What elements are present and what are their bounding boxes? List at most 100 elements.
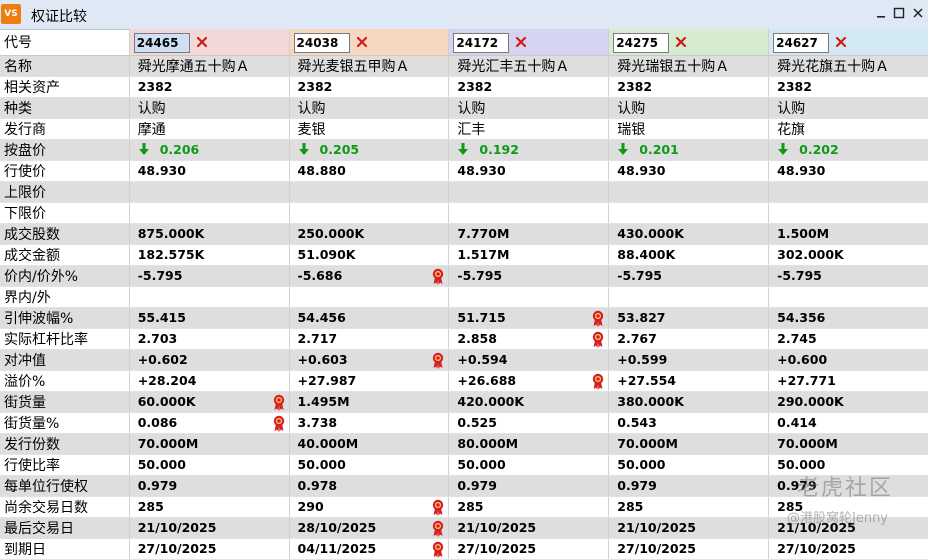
title-bar: VS 权证比较	[0, 0, 928, 30]
table-cell: 0.414	[768, 412, 928, 434]
table-cell: 430.000K	[608, 223, 770, 245]
warrant-code-input[interactable]: 24627	[773, 33, 830, 53]
remove-icon[interactable]	[675, 36, 687, 48]
cell-value: 40.000M	[297, 436, 359, 451]
cell-value: 3.738	[297, 415, 338, 430]
table-cell: 2.703	[129, 328, 290, 350]
cell-value: 285	[617, 499, 644, 514]
warrant-code-input[interactable]: 24038	[293, 33, 350, 53]
row-label: 发行商	[0, 118, 130, 140]
table-row: 上限价	[0, 181, 928, 203]
table-cell: -5.795	[129, 265, 290, 287]
table-cell: 2382	[768, 76, 928, 98]
cell-value: 50.000	[617, 457, 666, 472]
table-cell: 舜光摩通五十购Ａ	[129, 55, 290, 77]
table-row: 种类 认购 认购 认购 认购 认购	[0, 97, 928, 119]
cell-value: 认购	[137, 101, 166, 117]
warrant-header-cell: 24627	[768, 29, 928, 56]
table-cell: 54.456	[289, 307, 450, 329]
cell-value: 2382	[457, 79, 493, 94]
row-label: 最后交易日	[0, 517, 130, 539]
cell-value: 290.000K	[777, 394, 844, 409]
best-value-medal-icon	[593, 373, 604, 390]
table-cell: -5.686	[289, 265, 450, 287]
cell-value: 认购	[297, 101, 326, 117]
table-cell: 380.000K	[608, 391, 770, 413]
row-label: 发行份数	[0, 433, 130, 455]
best-value-medal-icon	[593, 331, 604, 348]
table-cell: 舜光瑞银五十购Ａ	[608, 55, 770, 77]
cell-value: 2.717	[297, 331, 338, 346]
table-cell: 875.000K	[129, 223, 290, 245]
table-cell: 2.745	[768, 328, 928, 350]
minimize-icon[interactable]	[874, 6, 888, 20]
remove-icon[interactable]	[196, 36, 208, 48]
app-logo-icon: VS	[1, 4, 21, 24]
table-cell: 54.356	[768, 307, 928, 329]
cell-value: 51.090K	[297, 247, 356, 262]
close-icon[interactable]	[911, 6, 925, 20]
cell-value: 27/10/2025	[457, 541, 537, 556]
cell-value: 21/10/2025	[617, 520, 696, 535]
cell-value: 摩通	[137, 122, 166, 138]
cell-value: 48.930	[137, 163, 186, 178]
table-row: 每单位行使权 0.979 0.978 0.979 0.979 0.979	[0, 475, 928, 497]
row-label: 代号	[0, 29, 130, 56]
row-label: 行使比率	[0, 454, 130, 476]
row-label: 成交股数	[0, 223, 130, 245]
remove-icon[interactable]	[515, 36, 527, 48]
table-cell: 250.000K	[289, 223, 450, 245]
cell-value: 2382	[617, 79, 653, 94]
table-cell: 舜光汇丰五十购Ａ	[448, 55, 610, 77]
table-cell: 50.000	[129, 454, 290, 476]
cell-value: 认购	[457, 101, 486, 117]
table-row: 行使比率 50.000 50.000 50.000 50.000 50.000	[0, 454, 928, 476]
maximize-icon[interactable]	[892, 6, 906, 20]
cell-value: 875.000K	[137, 226, 205, 241]
cell-value: 250.000K	[297, 226, 365, 241]
cell-value: 0.414	[777, 415, 817, 430]
table-cell: 2382	[448, 76, 610, 98]
table-cell: 21/10/2025	[129, 517, 290, 539]
price-value: 0.206	[159, 142, 200, 157]
cell-value: 80.000M	[457, 436, 519, 451]
warrant-code-input[interactable]: 24275	[613, 33, 670, 53]
row-label: 价内/价外%	[0, 265, 130, 287]
table-cell	[608, 181, 770, 203]
remove-icon[interactable]	[835, 36, 847, 48]
table-cell: 7.770M	[448, 223, 610, 245]
cell-value: -5.795	[457, 268, 503, 283]
cell-value: 认购	[777, 101, 806, 117]
table-cell: 0.206	[129, 139, 290, 161]
table-cell: 0.202	[768, 139, 928, 161]
best-value-medal-icon	[593, 310, 604, 327]
table-cell: 舜光花旗五十购Ａ	[768, 55, 928, 77]
table-row: 界内/外	[0, 286, 928, 308]
table-cell: 3.738	[289, 412, 450, 434]
cell-value: -5.686	[297, 268, 343, 283]
best-value-medal-icon	[273, 415, 284, 432]
table-cell: 1.500M	[768, 223, 928, 245]
table-row: 成交金额 182.575K 51.090K 1.517M 88.400K 302.000K	[0, 244, 928, 266]
table-cell: 285	[129, 496, 290, 518]
cell-value: -5.795	[617, 268, 662, 283]
cell-value: 0.978	[297, 478, 338, 493]
cell-value: 舜光汇丰五十购Ａ	[457, 59, 570, 75]
table-row: 到期日 27/10/2025 04/11/2025 27/10/2025 27/10/2…	[0, 538, 928, 560]
best-value-medal-icon	[433, 520, 444, 537]
table-cell: 2.858	[448, 328, 610, 350]
remove-icon[interactable]	[356, 36, 368, 48]
table-cell: +0.599	[608, 349, 770, 371]
warrant-code-input[interactable]: 24465	[133, 33, 190, 53]
table-cell	[768, 202, 928, 224]
table-cell: +0.594	[448, 349, 610, 371]
down-arrow-icon	[138, 143, 149, 155]
table-cell: 40.000M	[289, 433, 450, 455]
table-cell: 51.715	[448, 307, 610, 329]
table-cell: +28.204	[129, 370, 290, 392]
cell-value: 2.745	[777, 331, 817, 346]
cell-value: 2.703	[137, 331, 178, 346]
warrant-code-input[interactable]: 24172	[453, 33, 510, 53]
table-cell: 舜光麦银五甲购Ａ	[289, 55, 450, 77]
table-cell: 48.930	[448, 160, 610, 182]
